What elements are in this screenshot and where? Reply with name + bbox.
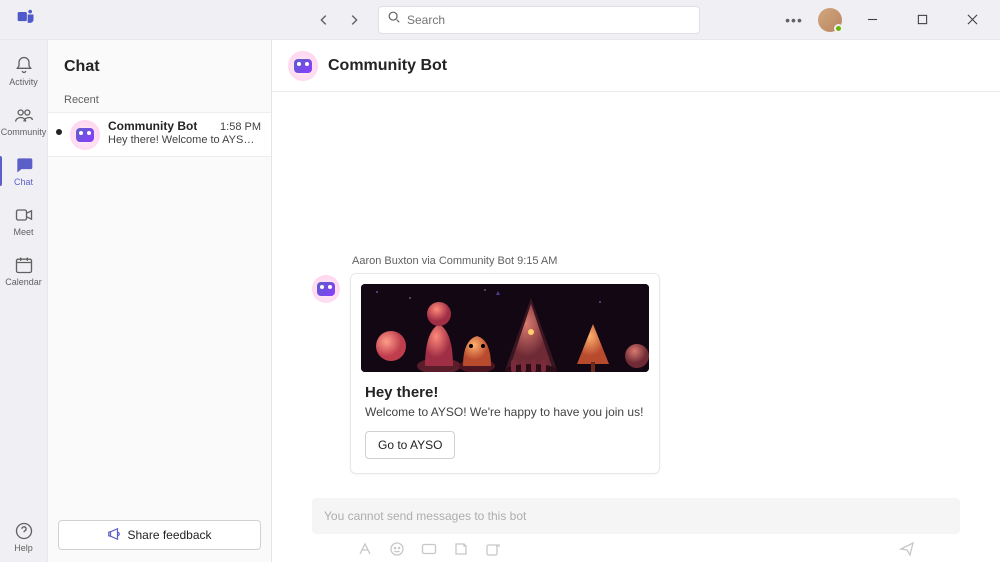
rail-activity[interactable]: Activity (0, 46, 48, 96)
rail-calendar[interactable]: Calendar (0, 246, 48, 296)
card-description: Welcome to AYSO! We're happy to have you… (365, 405, 645, 419)
chat-item-text: Community Bot 1:58 PM Hey there! Welcome… (108, 119, 261, 146)
search-box[interactable] (378, 6, 700, 34)
chat-item-time: 1:58 PM (220, 121, 261, 133)
sticker-icon (452, 540, 470, 558)
card-action-button[interactable]: Go to AYSO (365, 431, 455, 459)
search-icon (387, 10, 401, 29)
rail-help-label: Help (14, 543, 33, 553)
send-icon (898, 540, 916, 558)
chat-list-panel: Chat Recent Community Bot 1:58 PM Hey th… (48, 40, 272, 562)
format-icon (356, 540, 374, 558)
gif-icon (420, 540, 438, 558)
chat-list: Community Bot 1:58 PM Hey there! Welcome… (48, 112, 271, 512)
window-minimize-button[interactable] (852, 4, 892, 36)
nav-forward-button[interactable] (340, 6, 368, 34)
card-hero-image (361, 284, 649, 372)
chat-item-preview: Hey there! Welcome to AYSO… (108, 134, 261, 146)
compose-area: You cannot send messages to this bot (272, 498, 1000, 562)
messages-area: Aaron Buxton via Community Bot 9:15 AM (272, 92, 1000, 498)
left-rail: Activity Community Chat Meet Calendar (0, 40, 48, 562)
message: Aaron Buxton via Community Bot 9:15 AM (272, 255, 1000, 490)
titlebar-left (16, 7, 36, 32)
rail-activity-label: Activity (9, 77, 38, 87)
window-close-button[interactable] (952, 4, 992, 36)
message-sender-avatar-icon (312, 275, 340, 303)
chat-panel-title: Chat (48, 40, 271, 90)
more-actions-icon (484, 540, 502, 558)
chat-header-avatar-icon (288, 51, 318, 81)
rail-community[interactable]: Community (0, 96, 48, 146)
unread-indicator-icon (56, 129, 62, 135)
chat-header-title: Community Bot (328, 57, 447, 75)
titlebar: ••• (0, 0, 1000, 40)
card-title: Hey there! (365, 384, 645, 401)
bot-avatar-icon (70, 120, 100, 150)
user-avatar[interactable] (818, 8, 842, 32)
app-root: ••• Activity Communit (0, 0, 1000, 562)
rail-meet[interactable]: Meet (0, 196, 48, 246)
chat-section-recent: Recent (48, 90, 271, 112)
nav-back-button[interactable] (310, 6, 338, 34)
compose-toolbar (312, 534, 960, 558)
rail-calendar-label: Calendar (5, 277, 42, 287)
adaptive-card: Hey there! Welcome to AYSO! We're happy … (350, 273, 660, 474)
rail-meet-label: Meet (13, 227, 33, 237)
nav-arrows (310, 6, 368, 34)
rail-chat-label: Chat (14, 177, 33, 187)
share-feedback-button[interactable]: Share feedback (58, 520, 261, 550)
rail-chat[interactable]: Chat (0, 146, 48, 196)
message-meta: Aaron Buxton via Community Bot 9:15 AM (352, 255, 960, 267)
megaphone-icon (107, 527, 121, 544)
search-input[interactable] (407, 13, 691, 27)
titlebar-right: ••• (780, 4, 992, 36)
presence-available-icon (834, 24, 843, 33)
main-chat: Community Bot Aaron Buxton via Community… (272, 40, 1000, 562)
teams-logo-icon (16, 7, 36, 32)
card-body: Hey there! Welcome to AYSO! We're happy … (351, 372, 659, 473)
share-feedback-label: Share feedback (127, 528, 211, 542)
emoji-icon (388, 540, 406, 558)
feedback-wrap: Share feedback (48, 512, 271, 562)
compose-disabled-text: You cannot send messages to this bot (312, 498, 960, 534)
chat-header: Community Bot (272, 40, 1000, 92)
more-options-button[interactable]: ••• (780, 6, 808, 34)
rail-help[interactable]: Help (0, 512, 48, 562)
body: Activity Community Chat Meet Calendar (0, 40, 1000, 562)
chat-item-community-bot[interactable]: Community Bot 1:58 PM Hey there! Welcome… (48, 112, 271, 157)
chat-item-name: Community Bot (108, 119, 197, 133)
window-maximize-button[interactable] (902, 4, 942, 36)
rail-community-label: Community (1, 127, 47, 137)
